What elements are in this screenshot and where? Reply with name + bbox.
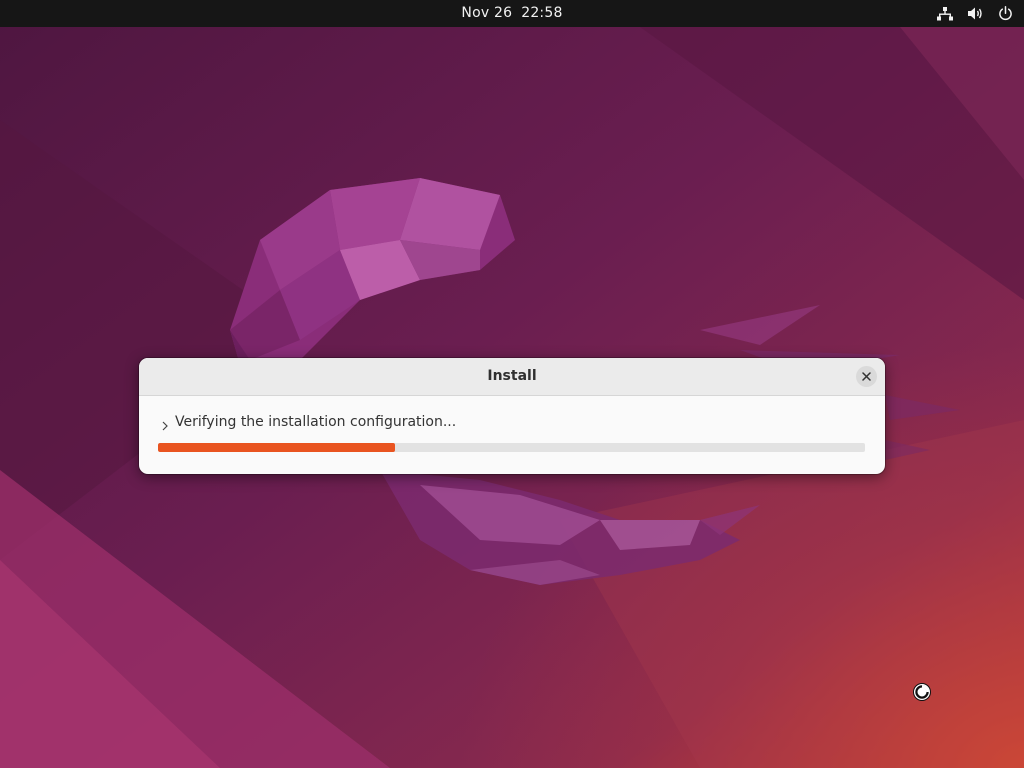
volume-icon[interactable] (966, 5, 984, 23)
install-dialog: Install Verifying the installation confi… (139, 358, 885, 474)
install-progress-bar (158, 443, 865, 452)
date-label: Nov 26 (461, 5, 513, 21)
busy-cursor-icon (913, 683, 931, 701)
power-icon[interactable] (996, 5, 1014, 23)
time-label: 22:58 (521, 5, 563, 21)
date-time-menu[interactable]: Nov 26 22:58 (0, 0, 1024, 27)
install-status-label: Verifying the installation configuration… (175, 414, 457, 430)
dialog-title: Install (487, 368, 537, 384)
close-button[interactable] (856, 366, 877, 387)
details-expander[interactable]: Verifying the installation configuration… (161, 413, 456, 431)
dialog-body: Verifying the installation configuration… (139, 396, 885, 474)
network-icon[interactable] (936, 5, 954, 23)
close-icon (862, 372, 871, 381)
dialog-header[interactable]: Install (139, 358, 885, 396)
top-bar: Nov 26 22:58 (0, 0, 1024, 27)
chevron-right-icon (161, 413, 175, 431)
progress-fill (158, 443, 395, 452)
system-tray[interactable] (936, 0, 1014, 27)
